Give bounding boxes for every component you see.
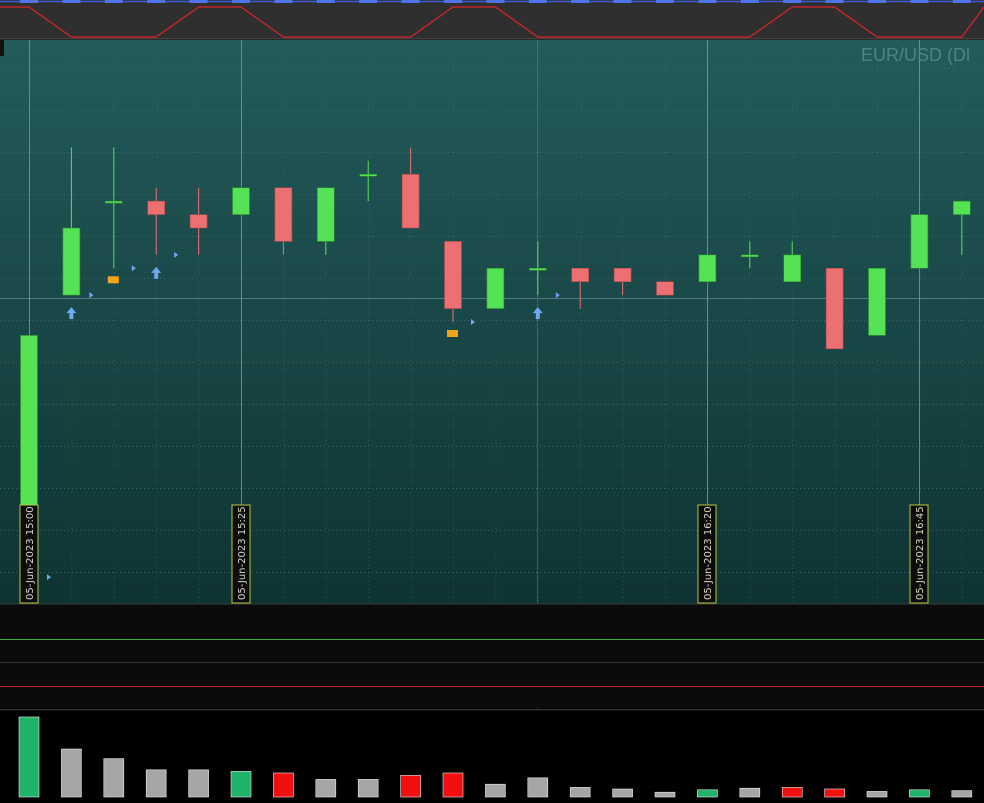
volume-bar	[569, 787, 591, 798]
candle-body	[232, 187, 250, 215]
candle-body	[316, 187, 335, 242]
chart-root: EUR/USD (Dl 05-Jun-2023 15:00 05-Jun-2023…	[0, 0, 984, 803]
volume-bar	[951, 790, 973, 798]
oscillator-tick	[62, 0, 81, 3]
date-tag-label: 05-Jun-2023 16:20	[703, 506, 714, 600]
oscillator-tick	[401, 0, 420, 3]
candle	[232, 187, 250, 215]
date-tag-label: 05-Jun-2023 16:45	[915, 506, 926, 600]
volume-bar	[781, 787, 803, 798]
oscillator-tick	[783, 0, 802, 3]
date-tag: 05-Jun-2023 16:20	[697, 504, 717, 604]
signal-square	[107, 276, 119, 284]
volume-bar	[188, 769, 209, 798]
candle-body	[444, 241, 462, 309]
candle	[825, 267, 844, 350]
volume-bar	[442, 772, 464, 798]
symbol-label: EUR/USD (Dl	[861, 45, 970, 65]
candle-body	[698, 254, 717, 283]
volume-bar	[61, 748, 82, 798]
candle-body	[571, 267, 590, 283]
oscillator-tick	[910, 0, 929, 3]
oscillator-tick	[189, 0, 208, 3]
oscillator-tick	[698, 0, 717, 3]
volume-bar	[654, 791, 676, 798]
date-tag: 05-Jun-2023 15:25	[231, 504, 251, 604]
oscillator-tick	[316, 0, 335, 3]
oscillator-tick	[868, 0, 886, 3]
date-tag-label: 05-Jun-2023 15:25	[237, 506, 248, 600]
oscillator-tick	[444, 0, 462, 3]
candle	[486, 267, 505, 309]
candle-body	[486, 267, 505, 309]
candle-body	[147, 200, 165, 215]
candle-body	[740, 254, 759, 258]
oscillator-tick	[359, 0, 378, 3]
volume-bar	[145, 769, 167, 798]
volume-bar	[824, 788, 845, 798]
volume-bar	[103, 758, 125, 798]
date-tag: 05-Jun-2023 16:45	[909, 504, 929, 604]
volume-bar	[697, 789, 718, 798]
oscillator-tick	[571, 0, 590, 3]
volume-bar	[230, 771, 252, 798]
oscillator-tick	[528, 0, 547, 3]
candle-body	[528, 267, 547, 271]
volume-bar	[273, 772, 294, 798]
volume-bar	[612, 788, 633, 798]
volume-bar	[18, 716, 40, 798]
candle-body	[613, 267, 632, 283]
candle-body	[952, 200, 971, 215]
candle	[698, 254, 717, 283]
volume-bar	[485, 783, 506, 798]
volume-panel	[0, 709, 984, 803]
signal-square	[447, 330, 458, 337]
date-tag: 05-Jun-2023 15:00	[19, 504, 39, 604]
volume-bar	[866, 791, 888, 798]
candle-body	[783, 254, 802, 283]
candle-body	[656, 281, 674, 296]
candle-body	[189, 214, 208, 229]
candle-body	[868, 267, 886, 336]
oscillator-ticks	[20, 0, 971, 3]
indicator-panel	[0, 603, 984, 710]
candle-body	[401, 173, 420, 229]
oscillator-tick	[486, 0, 505, 3]
oscillator-tick	[232, 0, 250, 3]
oscillator-tick	[20, 0, 38, 3]
oscillator-tick	[104, 0, 123, 3]
oscillator-tick	[825, 0, 844, 3]
candle-body	[359, 173, 378, 177]
oscillator-tick	[274, 0, 293, 3]
oscillator-tick	[613, 0, 632, 3]
oscillator-tick	[740, 0, 759, 3]
oscillator-tick	[656, 0, 674, 3]
candle-body	[62, 227, 81, 296]
candle-body	[274, 187, 293, 242]
date-tag-label: 05-Jun-2023 15:00	[25, 506, 36, 600]
oscillator-panel	[0, 0, 984, 40]
oscillator-tick	[952, 0, 971, 3]
volume-bar	[909, 789, 930, 798]
candle	[656, 281, 674, 296]
candle-body	[825, 267, 844, 350]
candle-body	[910, 214, 929, 269]
volume-bar	[400, 775, 421, 798]
volume-bar	[527, 777, 549, 798]
volume-bar	[315, 779, 337, 798]
candle-body	[105, 200, 123, 204]
candle	[868, 267, 886, 336]
volume-bar	[357, 779, 379, 798]
oscillator-tick	[147, 0, 166, 3]
candle	[910, 214, 929, 269]
volume-bar	[739, 787, 761, 798]
